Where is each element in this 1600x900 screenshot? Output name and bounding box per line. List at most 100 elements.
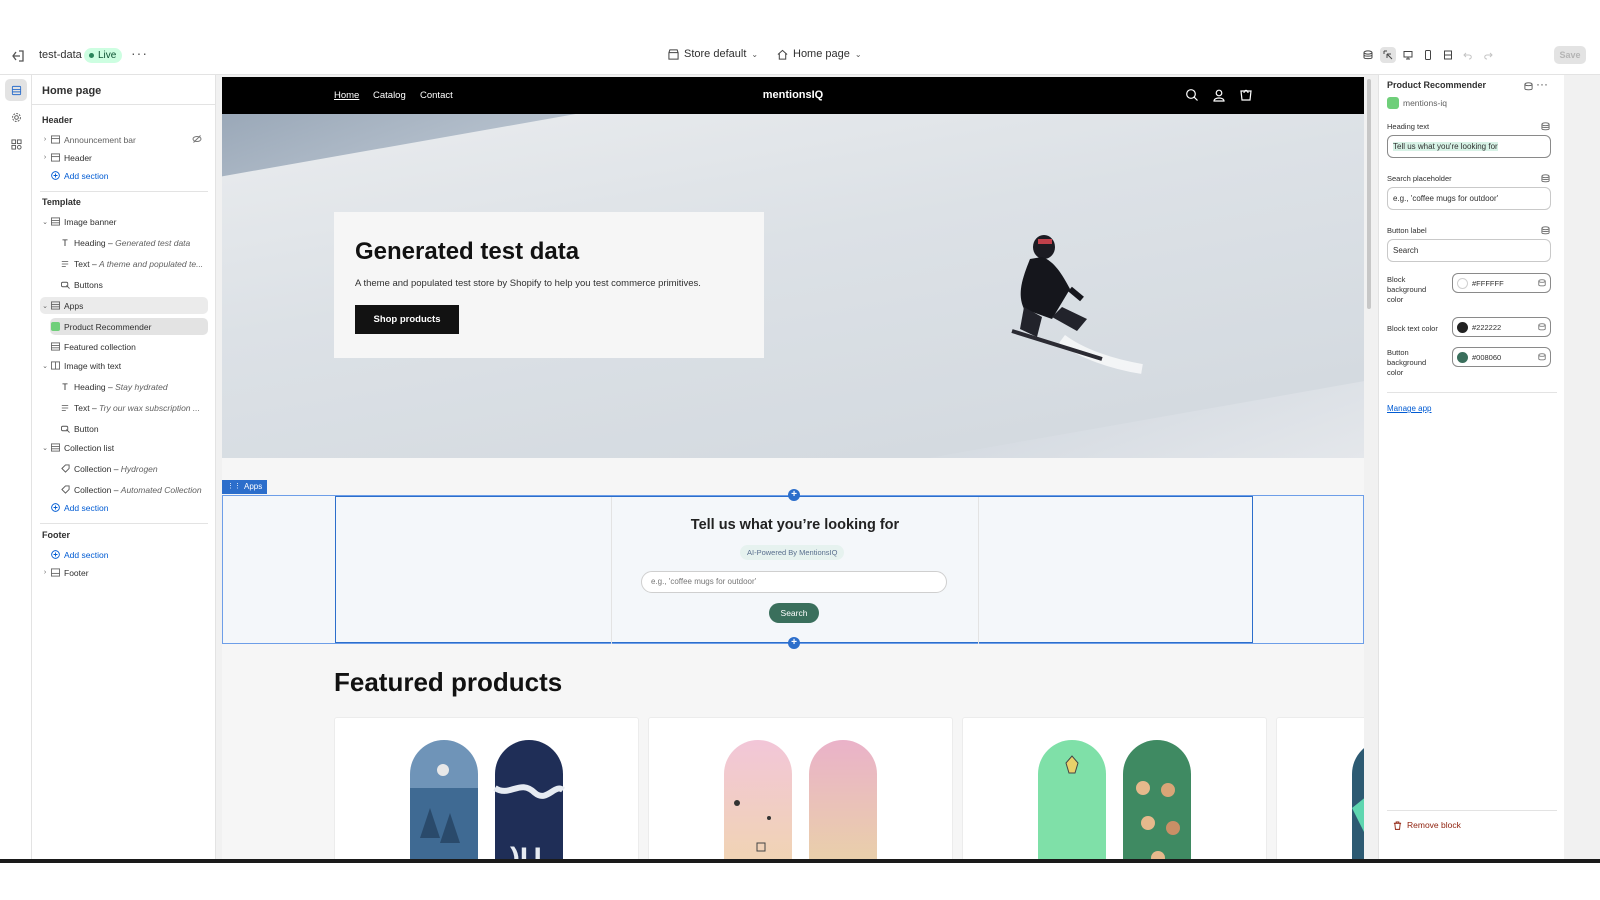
apps-section-tag[interactable]: ⋮⋮ Apps — [222, 480, 268, 494]
recommender-heading: Tell us what you’re looking for — [690, 517, 900, 533]
undo-icon[interactable] — [1460, 47, 1476, 63]
settings-gear-icon[interactable] — [5, 106, 27, 128]
section-icon — [50, 135, 60, 145]
sections-icon[interactable] — [5, 79, 27, 101]
chevron-right-icon[interactable]: › — [40, 569, 50, 576]
section-announcement-bar[interactable]: › Announcement bar — [40, 131, 208, 148]
remove-block-button[interactable]: Remove block — [1393, 820, 1461, 830]
add-section-above-icon[interactable]: + — [788, 489, 800, 501]
block-label: Text — [74, 258, 90, 269]
page-selector[interactable]: Home page ⌄ — [777, 48, 862, 60]
block-product-recommender[interactable]: Product Recommender — [50, 318, 208, 335]
block-background-color-picker[interactable]: #FFFFFF — [1452, 273, 1551, 293]
section-label: Announcement bar — [64, 134, 136, 145]
more-actions-icon[interactable]: ··· — [131, 45, 148, 61]
section-header[interactable]: › Header — [40, 149, 208, 166]
block-collection[interactable]: Collection – Hydrogen — [60, 460, 208, 477]
block-text[interactable]: Text – A theme and populated te... — [60, 255, 208, 272]
color-swatch[interactable] — [1457, 352, 1468, 363]
button-background-color-label: Button background color — [1387, 348, 1427, 377]
inspector-icon[interactable] — [1380, 47, 1396, 63]
database-icon[interactable] — [1360, 47, 1376, 63]
save-button[interactable]: Save — [1554, 46, 1586, 64]
section-image-banner[interactable]: ⌄ Image banner — [40, 213, 208, 230]
dynamic-source-icon[interactable] — [1538, 323, 1546, 331]
recommender-search-input[interactable]: e.g., 'coffee mugs for outdoor' — [641, 571, 947, 593]
product-card[interactable] — [1276, 717, 1364, 859]
block-heading[interactable]: T Heading – Stay hydrated — [60, 378, 208, 395]
cart-icon[interactable] — [1239, 88, 1253, 102]
section-image-with-text[interactable]: ⌄ Image with text — [40, 357, 208, 374]
color-swatch[interactable] — [1457, 278, 1468, 289]
heading-text-value: Tell us what you're looking for — [1393, 142, 1498, 151]
add-section-button[interactable]: Add section — [50, 546, 218, 563]
color-swatch[interactable] — [1457, 322, 1468, 333]
dynamic-source-icon[interactable] — [1538, 353, 1546, 361]
database-icon[interactable] — [1524, 82, 1533, 91]
store-nav: Home Catalog Contact mentionsIQ — [222, 77, 1364, 114]
search-placeholder-input[interactable]: e.g., 'coffee mugs for outdoor' — [1387, 187, 1551, 210]
add-section-label: Add section — [64, 549, 109, 560]
account-icon[interactable] — [1212, 88, 1226, 102]
divider — [40, 191, 208, 192]
more-actions-icon[interactable]: ··· — [1536, 77, 1548, 91]
chevron-down-icon[interactable]: ⌄ — [40, 302, 50, 310]
eye-hidden-icon[interactable] — [192, 134, 202, 144]
desktop-icon[interactable] — [1400, 47, 1416, 63]
recommender-search-button[interactable]: Search — [769, 603, 819, 623]
section-label: Image banner — [64, 216, 117, 227]
search-icon[interactable] — [1185, 88, 1199, 102]
section-featured-collection[interactable]: Featured collection — [50, 338, 208, 355]
dynamic-source-icon[interactable] — [1538, 279, 1546, 287]
section-label: Featured collection — [64, 341, 136, 352]
section-icon — [50, 301, 60, 311]
product-card[interactable] — [962, 717, 1267, 859]
store-preview[interactable]: Home Catalog Contact mentionsIQ Generate… — [222, 77, 1364, 859]
button-background-color-picker[interactable]: #008060 — [1452, 347, 1551, 367]
block-label: Button — [74, 423, 99, 434]
dynamic-source-icon[interactable] — [1541, 226, 1550, 235]
scrollbar-thumb[interactable] — [1367, 79, 1371, 309]
dynamic-source-icon[interactable] — [1541, 122, 1550, 131]
manage-app-link[interactable]: Manage app — [1387, 404, 1431, 413]
block-text[interactable]: Text – Try our wax subscription ... — [60, 399, 208, 416]
button-label-input[interactable]: Search — [1387, 239, 1551, 262]
chevron-right-icon[interactable]: › — [40, 136, 50, 143]
fullscreen-icon[interactable] — [1440, 47, 1456, 63]
image-banner[interactable]: Generated test data A theme and populate… — [222, 114, 1364, 458]
chevron-down-icon[interactable]: ⌄ — [40, 444, 50, 452]
add-section-button[interactable]: Add section — [50, 499, 218, 516]
chevron-right-icon[interactable]: › — [40, 154, 50, 161]
mobile-icon[interactable] — [1420, 47, 1436, 63]
product-recommender-block[interactable]: Tell us what you’re looking for AI-Power… — [335, 496, 1253, 644]
dynamic-source-icon[interactable] — [1541, 174, 1550, 183]
group-header: Header — [42, 115, 73, 125]
chevron-down-icon[interactable]: ⌄ — [40, 218, 50, 226]
product-card[interactable] — [648, 717, 953, 859]
apps-section[interactable]: Tell us what you’re looking for AI-Power… — [222, 495, 1364, 644]
block-button[interactable]: Button — [60, 420, 208, 437]
heading-text-input[interactable]: Tell us what you're looking for — [1387, 135, 1551, 158]
theme-selector[interactable]: Store default ⌄ — [668, 48, 758, 60]
block-collection[interactable]: Collection – Automated Collection — [60, 481, 208, 498]
chevron-down-icon[interactable]: ⌄ — [40, 362, 50, 370]
apps-icon[interactable] — [5, 133, 27, 155]
section-collection-list[interactable]: ⌄ Collection list — [40, 439, 208, 456]
block-heading[interactable]: T Heading – Generated test data — [60, 234, 208, 251]
paragraph-icon — [60, 259, 70, 269]
store-name[interactable]: test-data — [39, 49, 82, 61]
add-section-button[interactable]: Add section — [50, 167, 218, 184]
section-label: Collection list — [64, 442, 115, 453]
text-type-icon: T — [62, 381, 68, 392]
add-section-below-icon[interactable]: + — [788, 637, 800, 649]
block-buttons[interactable]: Buttons — [60, 276, 208, 293]
section-footer[interactable]: › Footer — [40, 564, 208, 581]
redo-icon[interactable] — [1480, 47, 1496, 63]
product-card[interactable]: )U — [334, 717, 639, 859]
color-hex: #222222 — [1472, 323, 1502, 332]
block-text-color-picker[interactable]: #222222 — [1452, 317, 1551, 337]
preview-scrollbar[interactable] — [1366, 77, 1372, 859]
exit-icon[interactable] — [10, 48, 26, 64]
section-apps[interactable]: ⌄ Apps — [40, 297, 208, 314]
shop-products-button[interactable]: Shop products — [355, 305, 459, 334]
